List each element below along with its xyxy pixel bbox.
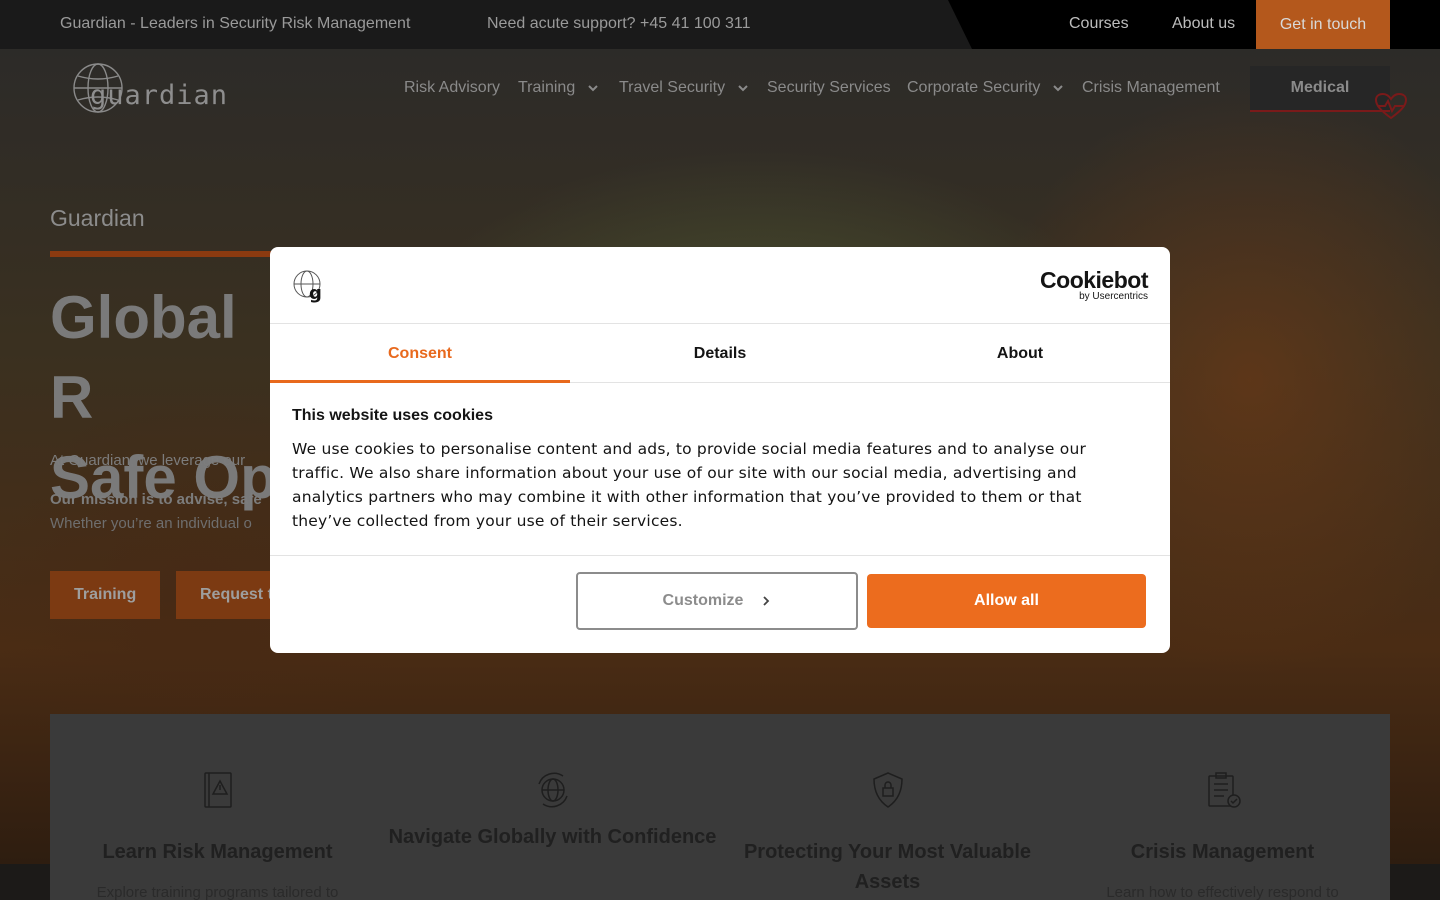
customize-button-label: Customize [662, 592, 744, 609]
svg-text:g: g [309, 283, 322, 303]
cookiebot-brand: Cookiebot [1040, 267, 1148, 293]
allow-all-button[interactable]: Allow all [867, 574, 1146, 628]
dialog-header: g Cookiebot by Usercentrics [270, 247, 1170, 324]
tab-consent[interactable]: Consent [270, 325, 570, 383]
customize-button[interactable]: Customize [576, 572, 858, 630]
dialog-tabs: Consent Details About [270, 325, 1170, 383]
cookiebot-logo[interactable]: Cookiebot by Usercentrics [1040, 269, 1148, 303]
cookie-consent-dialog: g Cookiebot by Usercentrics Consent Deta… [270, 247, 1170, 653]
chevron-right-icon [763, 596, 770, 606]
dialog-footer: Customize Allow all [270, 555, 1170, 653]
tab-about[interactable]: About [870, 325, 1170, 382]
dialog-body-text: We use cookies to personalise content an… [292, 440, 1087, 530]
dialog-title: This website uses cookies [292, 407, 493, 424]
tab-details[interactable]: Details [570, 325, 870, 382]
guardian-logo-icon: g [293, 270, 322, 303]
